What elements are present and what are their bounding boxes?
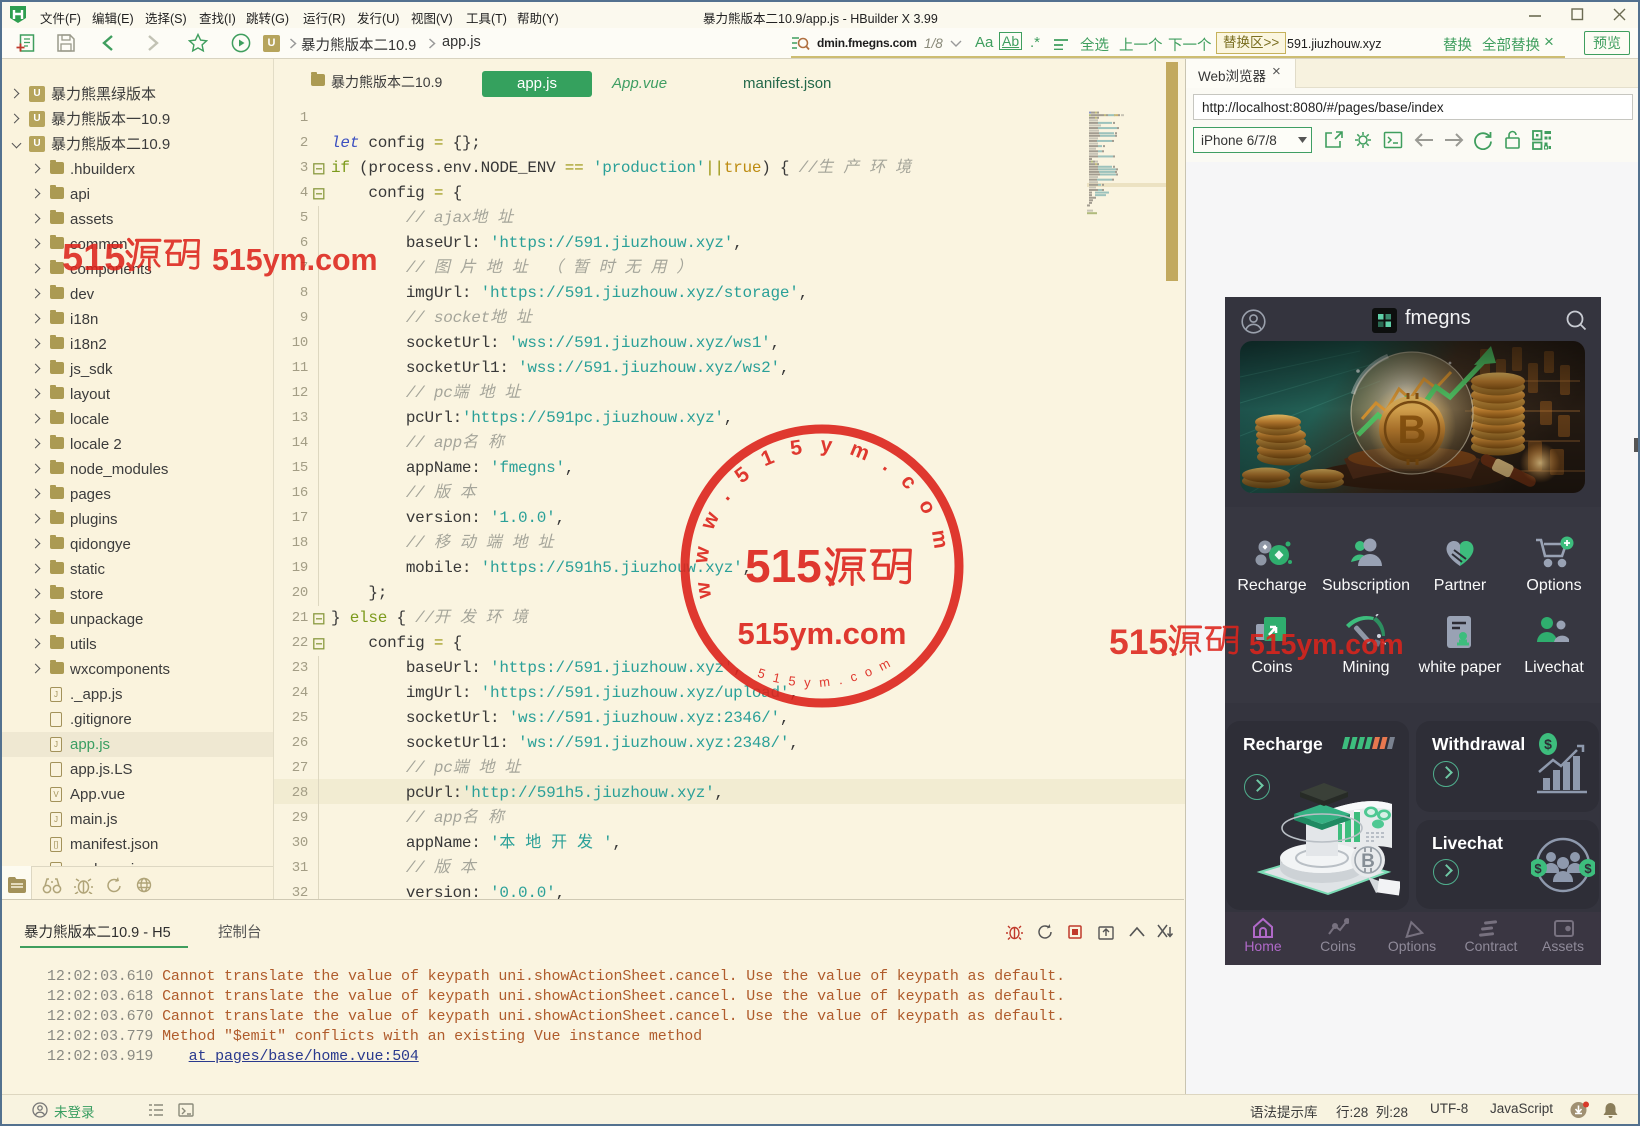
svg-text:515: 515 (1109, 622, 1168, 662)
svg-text:$: $ (1584, 861, 1592, 876)
svg-text:$: $ (1544, 736, 1552, 752)
svg-text:515: 515 (62, 237, 125, 279)
svg-text:$: $ (1534, 861, 1542, 876)
svg-text:B: B (1361, 851, 1375, 872)
svg-text:515ym.com: 515ym.com (1249, 629, 1404, 661)
svg-text:www.515ym.com: www.515ym.com (689, 433, 955, 601)
svg-text:515ym.com: 515ym.com (756, 651, 901, 690)
svg-text:515ym.com: 515ym.com (738, 616, 907, 651)
svg-text:515ym.com: 515ym.com (212, 243, 378, 277)
svg-text:515: 515 (745, 540, 822, 592)
